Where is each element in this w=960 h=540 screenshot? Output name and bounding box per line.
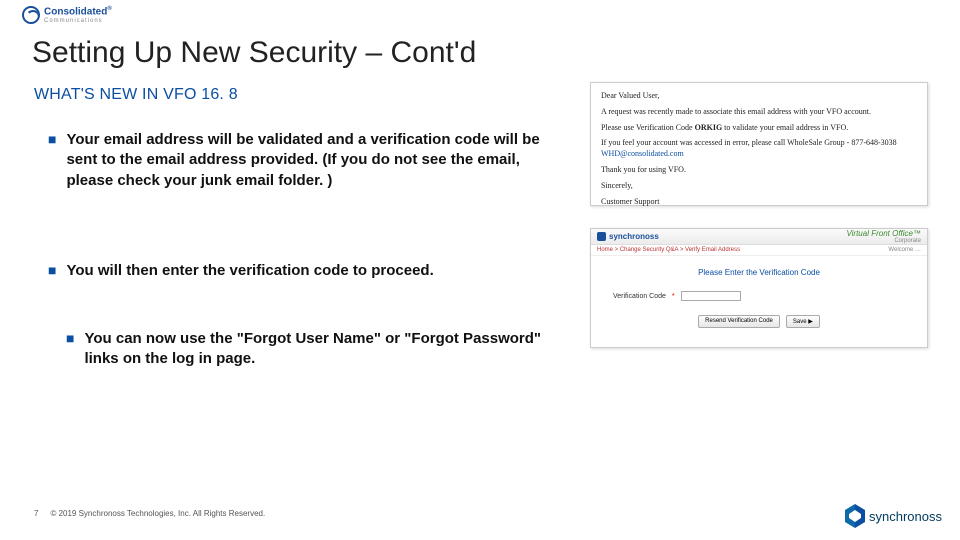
synchronoss-text: synchronoss [869, 509, 942, 524]
vfo-product: Virtual Front Office™ Corporate [846, 229, 921, 244]
email-screenshot: Dear Valued User, A request was recently… [590, 82, 928, 206]
vfo-field-row: Verification Code * [613, 291, 917, 301]
bullet-icon: ■ [48, 261, 56, 281]
resend-code-button[interactable]: Resend Verification Code [698, 315, 780, 328]
email-paragraph: If you feel your account was accessed in… [601, 138, 917, 160]
bullet-list: ■ Your email address will be validated a… [48, 130, 568, 370]
brand-text: Consolidated® Communications [44, 6, 112, 23]
bullet-text: You will then enter the verification cod… [66, 261, 433, 281]
brand-sub: Communications [44, 18, 112, 24]
bullet-item: ■ You can now use the "Forgot User Name"… [66, 329, 568, 370]
brand-top: Consolidated [44, 7, 107, 18]
brand-swirl-icon [22, 6, 40, 24]
email-paragraph: Please use Verification Code ORKIG to va… [601, 123, 917, 134]
required-star: * [672, 293, 675, 300]
email-paragraph: A request was recently made to associate… [601, 107, 917, 118]
page-title: Setting Up New Security – Cont'd [32, 36, 476, 70]
synchronoss-logo: synchronoss [845, 504, 942, 528]
vfo-header: synchronoss Virtual Front Office™ Corpor… [591, 229, 927, 245]
vfo-breadcrumb: Home > Change Security Q&A > Verify Emai… [591, 245, 927, 256]
vfo-field-label: Verification Code [613, 293, 666, 300]
brand-logo: Consolidated® Communications [22, 6, 112, 24]
vfo-body: Please Enter the Verification Code Verif… [591, 256, 927, 334]
page-number: 7 [34, 509, 38, 518]
copyright: © 2019 Synchronoss Technologies, Inc. Al… [50, 509, 265, 518]
brand-reg: ® [107, 6, 111, 12]
page-subtitle: WHAT'S NEW IN VFO 16. 8 [34, 86, 238, 104]
vfo-buttons: Resend Verification Code Save ▶ [601, 315, 917, 328]
vfo-brand-icon [597, 232, 606, 241]
email-link: WHD@consolidated.com [601, 149, 684, 158]
bullet-item: ■ Your email address will be validated a… [48, 130, 568, 191]
vfo-brand: synchronoss [597, 232, 659, 241]
bullet-item: ■ You will then enter the verification c… [48, 261, 568, 281]
bullet-icon: ■ [48, 130, 56, 191]
verification-code-input[interactable] [681, 291, 741, 301]
vfo-prompt: Please Enter the Verification Code [601, 268, 917, 277]
email-greeting: Dear Valued User, [601, 91, 917, 102]
bullet-text: Your email address will be validated and… [66, 130, 568, 191]
bullet-text: You can now use the "Forgot User Name" o… [84, 329, 568, 370]
bullet-icon: ■ [66, 329, 74, 370]
synchronoss-icon [845, 504, 865, 528]
email-sign: Sincerely, [601, 181, 917, 192]
vfo-screenshot: synchronoss Virtual Front Office™ Corpor… [590, 228, 928, 348]
save-button[interactable]: Save ▶ [786, 315, 820, 328]
footer: 7 © 2019 Synchronoss Technologies, Inc. … [34, 509, 265, 518]
email-paragraph: Thank you for using VFO. [601, 165, 917, 176]
email-sign: Customer Support [601, 197, 917, 208]
